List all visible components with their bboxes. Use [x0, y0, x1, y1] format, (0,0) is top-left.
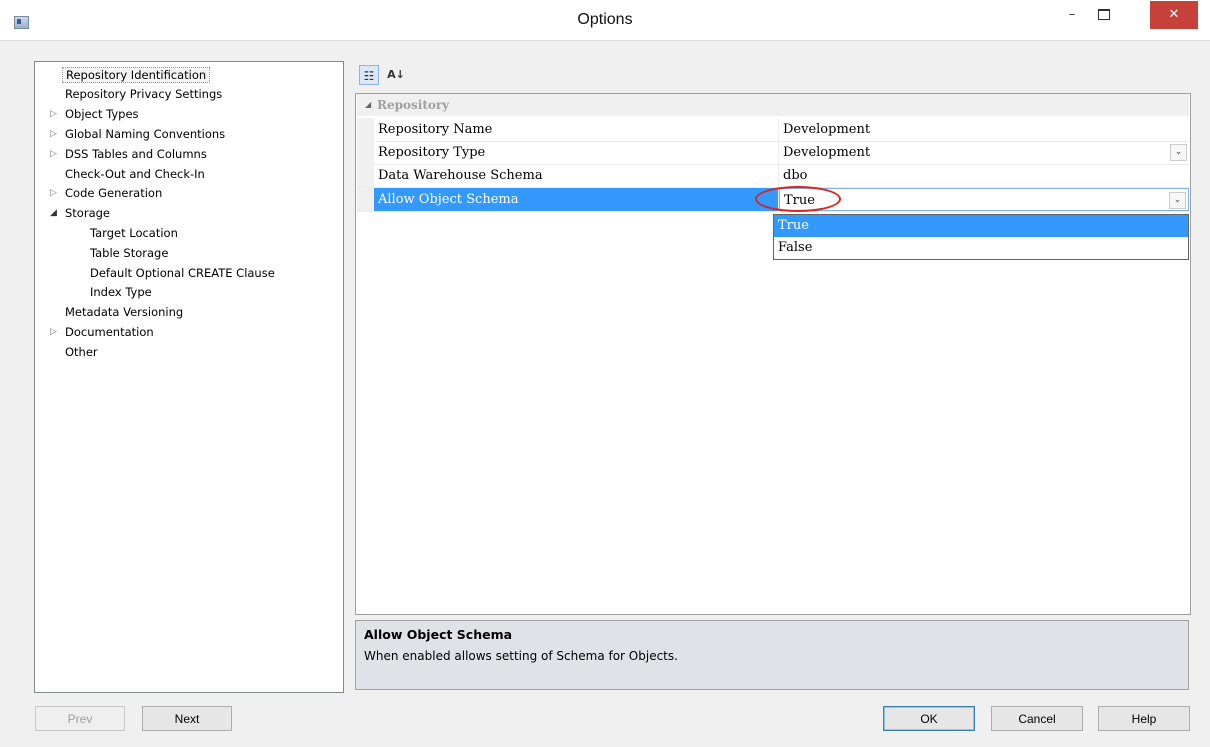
- tree-item-label: Index Type: [90, 285, 152, 299]
- property-name: Allow Object Schema: [374, 188, 779, 211]
- tree-item-index-type[interactable]: Index Type: [87, 283, 155, 302]
- description-panel: Allow Object Schema When enabled allows …: [355, 620, 1189, 690]
- tree-item-code-generation[interactable]: ▷ Code Generation: [50, 184, 165, 203]
- tree-item-label: Check-Out and Check-In: [65, 167, 205, 181]
- dropdown-option-true[interactable]: True: [774, 215, 1188, 237]
- help-button[interactable]: Help: [1098, 706, 1190, 731]
- tree-item-documentation[interactable]: ▷ Documentation: [50, 323, 157, 342]
- tree-item-label: Storage: [65, 206, 110, 220]
- dropdown-arrow-icon[interactable]: ⌄: [1169, 192, 1186, 209]
- property-name: Repository Type: [374, 141, 779, 164]
- highlight-annotation: [755, 186, 841, 212]
- value-dropdown-list[interactable]: True False: [773, 214, 1189, 260]
- next-button[interactable]: Next: [142, 706, 232, 731]
- expand-arrow-icon[interactable]: ▷: [50, 184, 60, 203]
- collapse-arrow-icon[interactable]: ◢: [365, 94, 371, 116]
- expand-arrow-icon[interactable]: ▷: [50, 125, 60, 144]
- dropdown-option-false[interactable]: False: [774, 237, 1188, 259]
- property-name: Repository Name: [374, 118, 779, 141]
- tree-item-label: Metadata Versioning: [65, 305, 184, 319]
- property-row-repository-name[interactable]: Repository Name Development: [357, 118, 1189, 142]
- property-value-text: Development: [783, 145, 871, 160]
- tree-item-check-out-and-check-in[interactable]: Check-Out and Check-In: [62, 165, 208, 184]
- options-tree[interactable]: Repository Identification Repository Pri…: [34, 61, 344, 693]
- tree-item-repository-identification[interactable]: Repository Identification: [62, 66, 211, 85]
- tree-item-global-naming-conventions[interactable]: ▷ Global Naming Conventions: [50, 125, 228, 144]
- property-row-data-warehouse-schema[interactable]: Data Warehouse Schema dbo: [357, 164, 1189, 188]
- tree-item-label: Documentation: [65, 325, 154, 339]
- ok-button[interactable]: OK: [883, 706, 975, 731]
- category-row-repository[interactable]: ◢ Repository: [357, 94, 1189, 116]
- tree-item-label: Global Naming Conventions: [65, 127, 226, 141]
- description-text: When enabled allows setting of Schema fo…: [364, 649, 678, 663]
- collapse-arrow-icon[interactable]: ◢: [50, 204, 60, 223]
- tree-item-storage[interactable]: ◢ Storage: [50, 204, 113, 223]
- tree-item-label: Target Location: [90, 226, 178, 240]
- tree-item-label: Object Types: [65, 107, 139, 121]
- property-value[interactable]: dbo: [779, 164, 1189, 187]
- property-name: Data Warehouse Schema: [374, 164, 779, 187]
- window-title: Options: [577, 11, 633, 28]
- tree-item-label: Default Optional CREATE Clause: [90, 266, 275, 280]
- tree-item-object-types[interactable]: ▷ Object Types: [50, 105, 142, 124]
- tree-item-label: DSS Tables and Columns: [65, 147, 207, 161]
- minimize-button[interactable]: –: [1057, 1, 1087, 29]
- maximize-button[interactable]: [1089, 1, 1119, 29]
- tree-item-table-storage[interactable]: Table Storage: [87, 244, 171, 263]
- close-button[interactable]: ✕: [1150, 1, 1198, 29]
- categorized-icon[interactable]: ☷: [359, 65, 379, 85]
- property-value[interactable]: Development: [779, 118, 1189, 141]
- expand-arrow-icon[interactable]: ▷: [50, 145, 60, 164]
- maximize-icon: [1098, 9, 1110, 20]
- tree-item-label: Code Generation: [65, 186, 163, 200]
- tree-item-label: Table Storage: [90, 246, 169, 260]
- property-value[interactable]: Development ⌄: [779, 141, 1189, 164]
- property-row-repository-type[interactable]: Repository Type Development ⌄: [357, 141, 1189, 165]
- cancel-button[interactable]: Cancel: [991, 706, 1083, 731]
- tree-item-label: Repository Privacy Settings: [65, 87, 223, 101]
- tree-item-label: Repository Identification: [62, 67, 211, 83]
- expand-arrow-icon[interactable]: ▷: [50, 323, 60, 342]
- category-label: Repository: [377, 98, 450, 112]
- description-title: Allow Object Schema: [364, 627, 513, 642]
- tree-item-label: Other: [65, 345, 98, 359]
- prev-button[interactable]: Prev: [35, 706, 125, 731]
- tree-item-other[interactable]: Other: [62, 343, 101, 362]
- tree-item-metadata-versioning[interactable]: Metadata Versioning: [62, 303, 186, 322]
- expand-arrow-icon[interactable]: ▷: [50, 105, 60, 124]
- tree-item-repository-privacy-settings[interactable]: Repository Privacy Settings: [62, 85, 225, 104]
- tree-item-default-optional-create-clause[interactable]: Default Optional CREATE Clause: [87, 264, 278, 283]
- alphabetical-sort-icon[interactable]: A↓: [386, 65, 406, 85]
- title-bar: Options – ✕: [0, 0, 1210, 41]
- dropdown-arrow-icon[interactable]: ⌄: [1170, 144, 1187, 161]
- tree-item-dss-tables-and-columns[interactable]: ▷ DSS Tables and Columns: [50, 145, 210, 164]
- property-grid[interactable]: ◢ Repository Repository Name Development…: [355, 93, 1191, 615]
- tree-item-target-location[interactable]: Target Location: [87, 224, 181, 243]
